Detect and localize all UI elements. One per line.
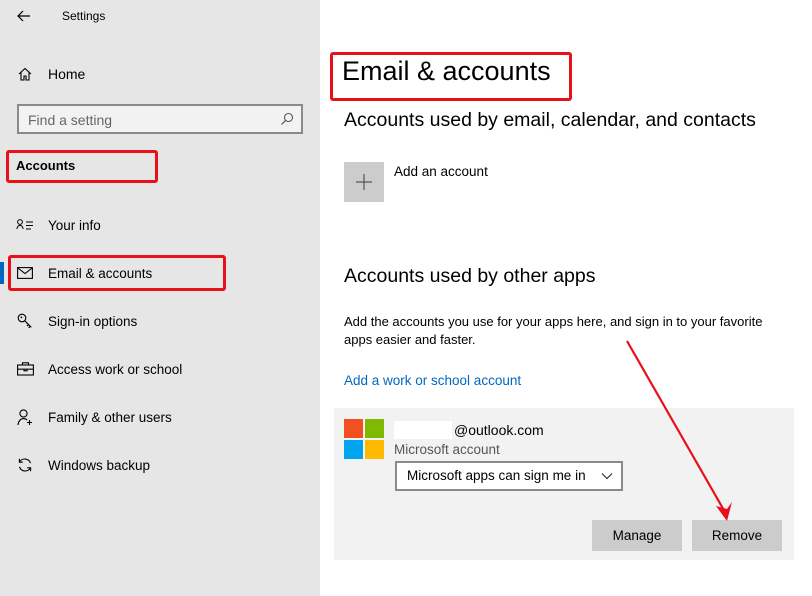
section-title-accounts: Accounts (16, 158, 76, 173)
section-description: Add the accounts you use for your apps h… (344, 314, 763, 347)
back-button[interactable] (12, 6, 36, 26)
add-account-button[interactable] (344, 162, 384, 202)
sidebar-item-access-work-school[interactable]: Access work or school (0, 351, 320, 387)
sidebar-item-label: Access work or school (48, 361, 183, 377)
home-icon (16, 65, 34, 83)
remove-button[interactable]: Remove (692, 520, 782, 551)
back-arrow-icon (17, 10, 30, 22)
add-work-school-account-link[interactable]: Add a work or school account (344, 373, 521, 388)
sidebar-item-label: Family & other users (48, 409, 172, 425)
account-email: @outlook.com (454, 422, 544, 438)
redacted-email-username (394, 421, 452, 439)
sync-icon (16, 456, 34, 474)
app-title: Settings (62, 9, 106, 23)
chevron-down-icon (601, 473, 613, 480)
sidebar-item-label: Sign-in options (48, 313, 138, 329)
key-icon (16, 312, 34, 330)
account-type: Microsoft account (394, 442, 500, 457)
person-add-icon (16, 408, 34, 426)
add-account-label[interactable]: Add an account (394, 164, 488, 179)
search-input[interactable]: Find a setting (17, 104, 303, 134)
manage-button[interactable]: Manage (592, 520, 682, 551)
plus-icon (356, 174, 372, 190)
search-placeholder: Find a setting (28, 112, 113, 128)
sidebar-item-family-other-users[interactable]: Family & other users (0, 399, 320, 435)
page-title: Email & accounts (342, 56, 551, 86)
signin-option-value: Microsoft apps can sign me in (407, 468, 586, 483)
sidebar-item-sign-in-options[interactable]: Sign-in options (0, 303, 320, 339)
section-heading-email-calendar-contacts: Accounts used by email, calendar, and co… (344, 109, 756, 131)
home-label: Home (48, 66, 86, 82)
sidebar-item-label: Email & accounts (48, 265, 153, 281)
microsoft-logo-icon (344, 419, 384, 459)
mail-icon (16, 264, 34, 282)
section-heading-other-apps: Accounts used by other apps (344, 265, 596, 287)
sidebar-item-email-accounts[interactable]: Email & accounts (0, 255, 320, 291)
briefcase-icon (16, 360, 34, 378)
sidebar-item-your-info[interactable]: Your info (0, 207, 320, 243)
sidebar: Settings Home Find a setting Accounts Yo… (0, 0, 320, 596)
signin-option-dropdown[interactable]: Microsoft apps can sign me in (395, 461, 623, 491)
person-card-icon (16, 216, 34, 234)
sidebar-item-home[interactable]: Home (0, 58, 320, 90)
title-bar: Settings (0, 0, 320, 34)
search-icon (281, 112, 294, 125)
sidebar-item-label: Your info (48, 217, 101, 233)
sidebar-item-label: Windows backup (48, 457, 151, 473)
sidebar-item-windows-backup[interactable]: Windows backup (0, 447, 320, 483)
